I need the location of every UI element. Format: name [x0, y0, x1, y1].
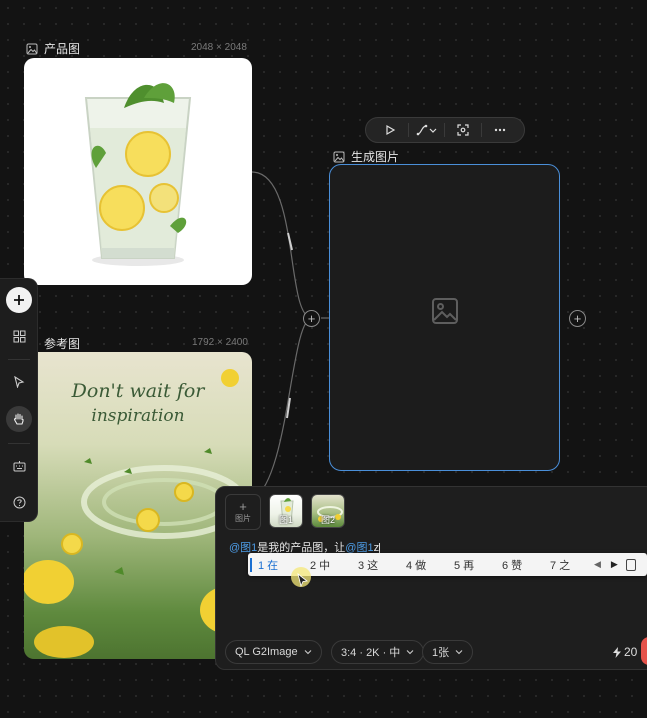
- help-button[interactable]: [6, 489, 32, 515]
- lemonade-glass-illustration: [84, 83, 192, 266]
- curve-chevron-icon: [416, 124, 437, 136]
- thumb-label-2: 图2: [320, 515, 335, 525]
- add-image-button[interactable]: + 图片: [225, 494, 261, 530]
- ime-page-controls: ◀ ▶: [594, 559, 618, 570]
- more-button[interactable]: [485, 120, 515, 140]
- image-placeholder-icon: [432, 298, 458, 324]
- chevron-down-icon: [406, 650, 414, 655]
- ime-candidate-4[interactable]: 4 做: [396, 557, 444, 573]
- count-label: 1张: [432, 647, 450, 659]
- chevron-down-icon: [304, 650, 311, 655]
- grid-icon: [13, 330, 25, 342]
- ime-toolbox-icon[interactable]: [625, 558, 636, 571]
- credits-display: 20: [613, 645, 637, 659]
- ime-candidate-7[interactable]: 7 之: [540, 557, 588, 573]
- run-button[interactable]: [375, 120, 405, 140]
- model-select[interactable]: QL G2Image: [225, 640, 322, 664]
- reference-node-dims: 1792 × 2400: [192, 337, 248, 348]
- thumb-image-2[interactable]: 图2: [311, 494, 345, 528]
- ime-candidate-6[interactable]: 6 赞: [492, 557, 540, 573]
- reference-node-header: 参考图: [44, 335, 80, 352]
- product-node-header: 产品图: [26, 40, 80, 57]
- capture-button[interactable]: [448, 120, 478, 140]
- text-caret: [379, 542, 381, 554]
- help-icon: [13, 496, 25, 508]
- thumb-label-1: 图1: [278, 515, 293, 525]
- toolbar-divider: [444, 123, 446, 137]
- toolbar-divider: [480, 123, 482, 137]
- ime-candidate-3[interactable]: 3 这: [348, 557, 396, 573]
- reference-node-title: 参考图: [44, 337, 81, 351]
- hand-icon: [14, 413, 24, 425]
- count-select[interactable]: 1张: [422, 640, 474, 664]
- add-node-button[interactable]: [6, 287, 32, 313]
- product-image[interactable]: [24, 58, 252, 285]
- hand-tool-button[interactable]: [6, 406, 32, 432]
- select-tool-button[interactable]: [6, 369, 32, 395]
- toolbar-divider: [8, 359, 30, 360]
- plus-icon: [14, 295, 24, 305]
- node-toolbar: [365, 117, 525, 143]
- ime-next-icon[interactable]: ▶: [611, 559, 618, 570]
- connect-menu-button[interactable]: [412, 120, 442, 140]
- product-node-title: 产品图: [44, 42, 81, 56]
- send-button[interactable]: [641, 637, 647, 665]
- generate-image-node[interactable]: [329, 164, 560, 471]
- plus-icon: +: [239, 498, 247, 514]
- keyboard-button[interactable]: [6, 453, 32, 479]
- ime-prev-icon[interactable]: ◀: [594, 559, 601, 570]
- keyboard-icon: [13, 461, 25, 472]
- generate-node-header: 生成图片: [333, 148, 399, 165]
- generate-node-title: 生成图片: [351, 150, 400, 164]
- toolbar-divider: [8, 443, 30, 444]
- screenshot-icon: [457, 124, 469, 136]
- prompt-panel: + 图片 图1 图2 @图1是我的产品图，让@图1z QL G2Image 3:…: [215, 486, 647, 670]
- mouse-pointer-icon: [297, 573, 309, 587]
- input-connector-plus[interactable]: +: [303, 310, 320, 327]
- image-icon: [333, 151, 345, 162]
- ime-candidate-5[interactable]: 5 再: [444, 557, 492, 573]
- credits-value: 20: [624, 645, 638, 659]
- toolbar-divider: [408, 123, 410, 137]
- settings-label: 3:4 · 2K · 中: [341, 647, 401, 659]
- play-icon: [386, 124, 396, 136]
- output-connector-plus[interactable]: +: [569, 310, 586, 327]
- left-toolbar: [0, 278, 38, 522]
- chevron-down-icon: [455, 650, 463, 655]
- settings-select[interactable]: 3:4 · 2K · 中: [331, 640, 425, 664]
- cursor-icon: [14, 376, 25, 388]
- model-label: QL G2Image: [235, 646, 298, 658]
- add-image-label: 图片: [235, 513, 251, 523]
- lightning-icon: [613, 646, 621, 658]
- product-node-dims: 2048 × 2048: [191, 42, 247, 53]
- more-icon: [494, 128, 505, 132]
- image-icon: [26, 43, 38, 54]
- thumb-image-1[interactable]: 图1: [269, 494, 303, 528]
- grid-view-button[interactable]: [6, 323, 32, 349]
